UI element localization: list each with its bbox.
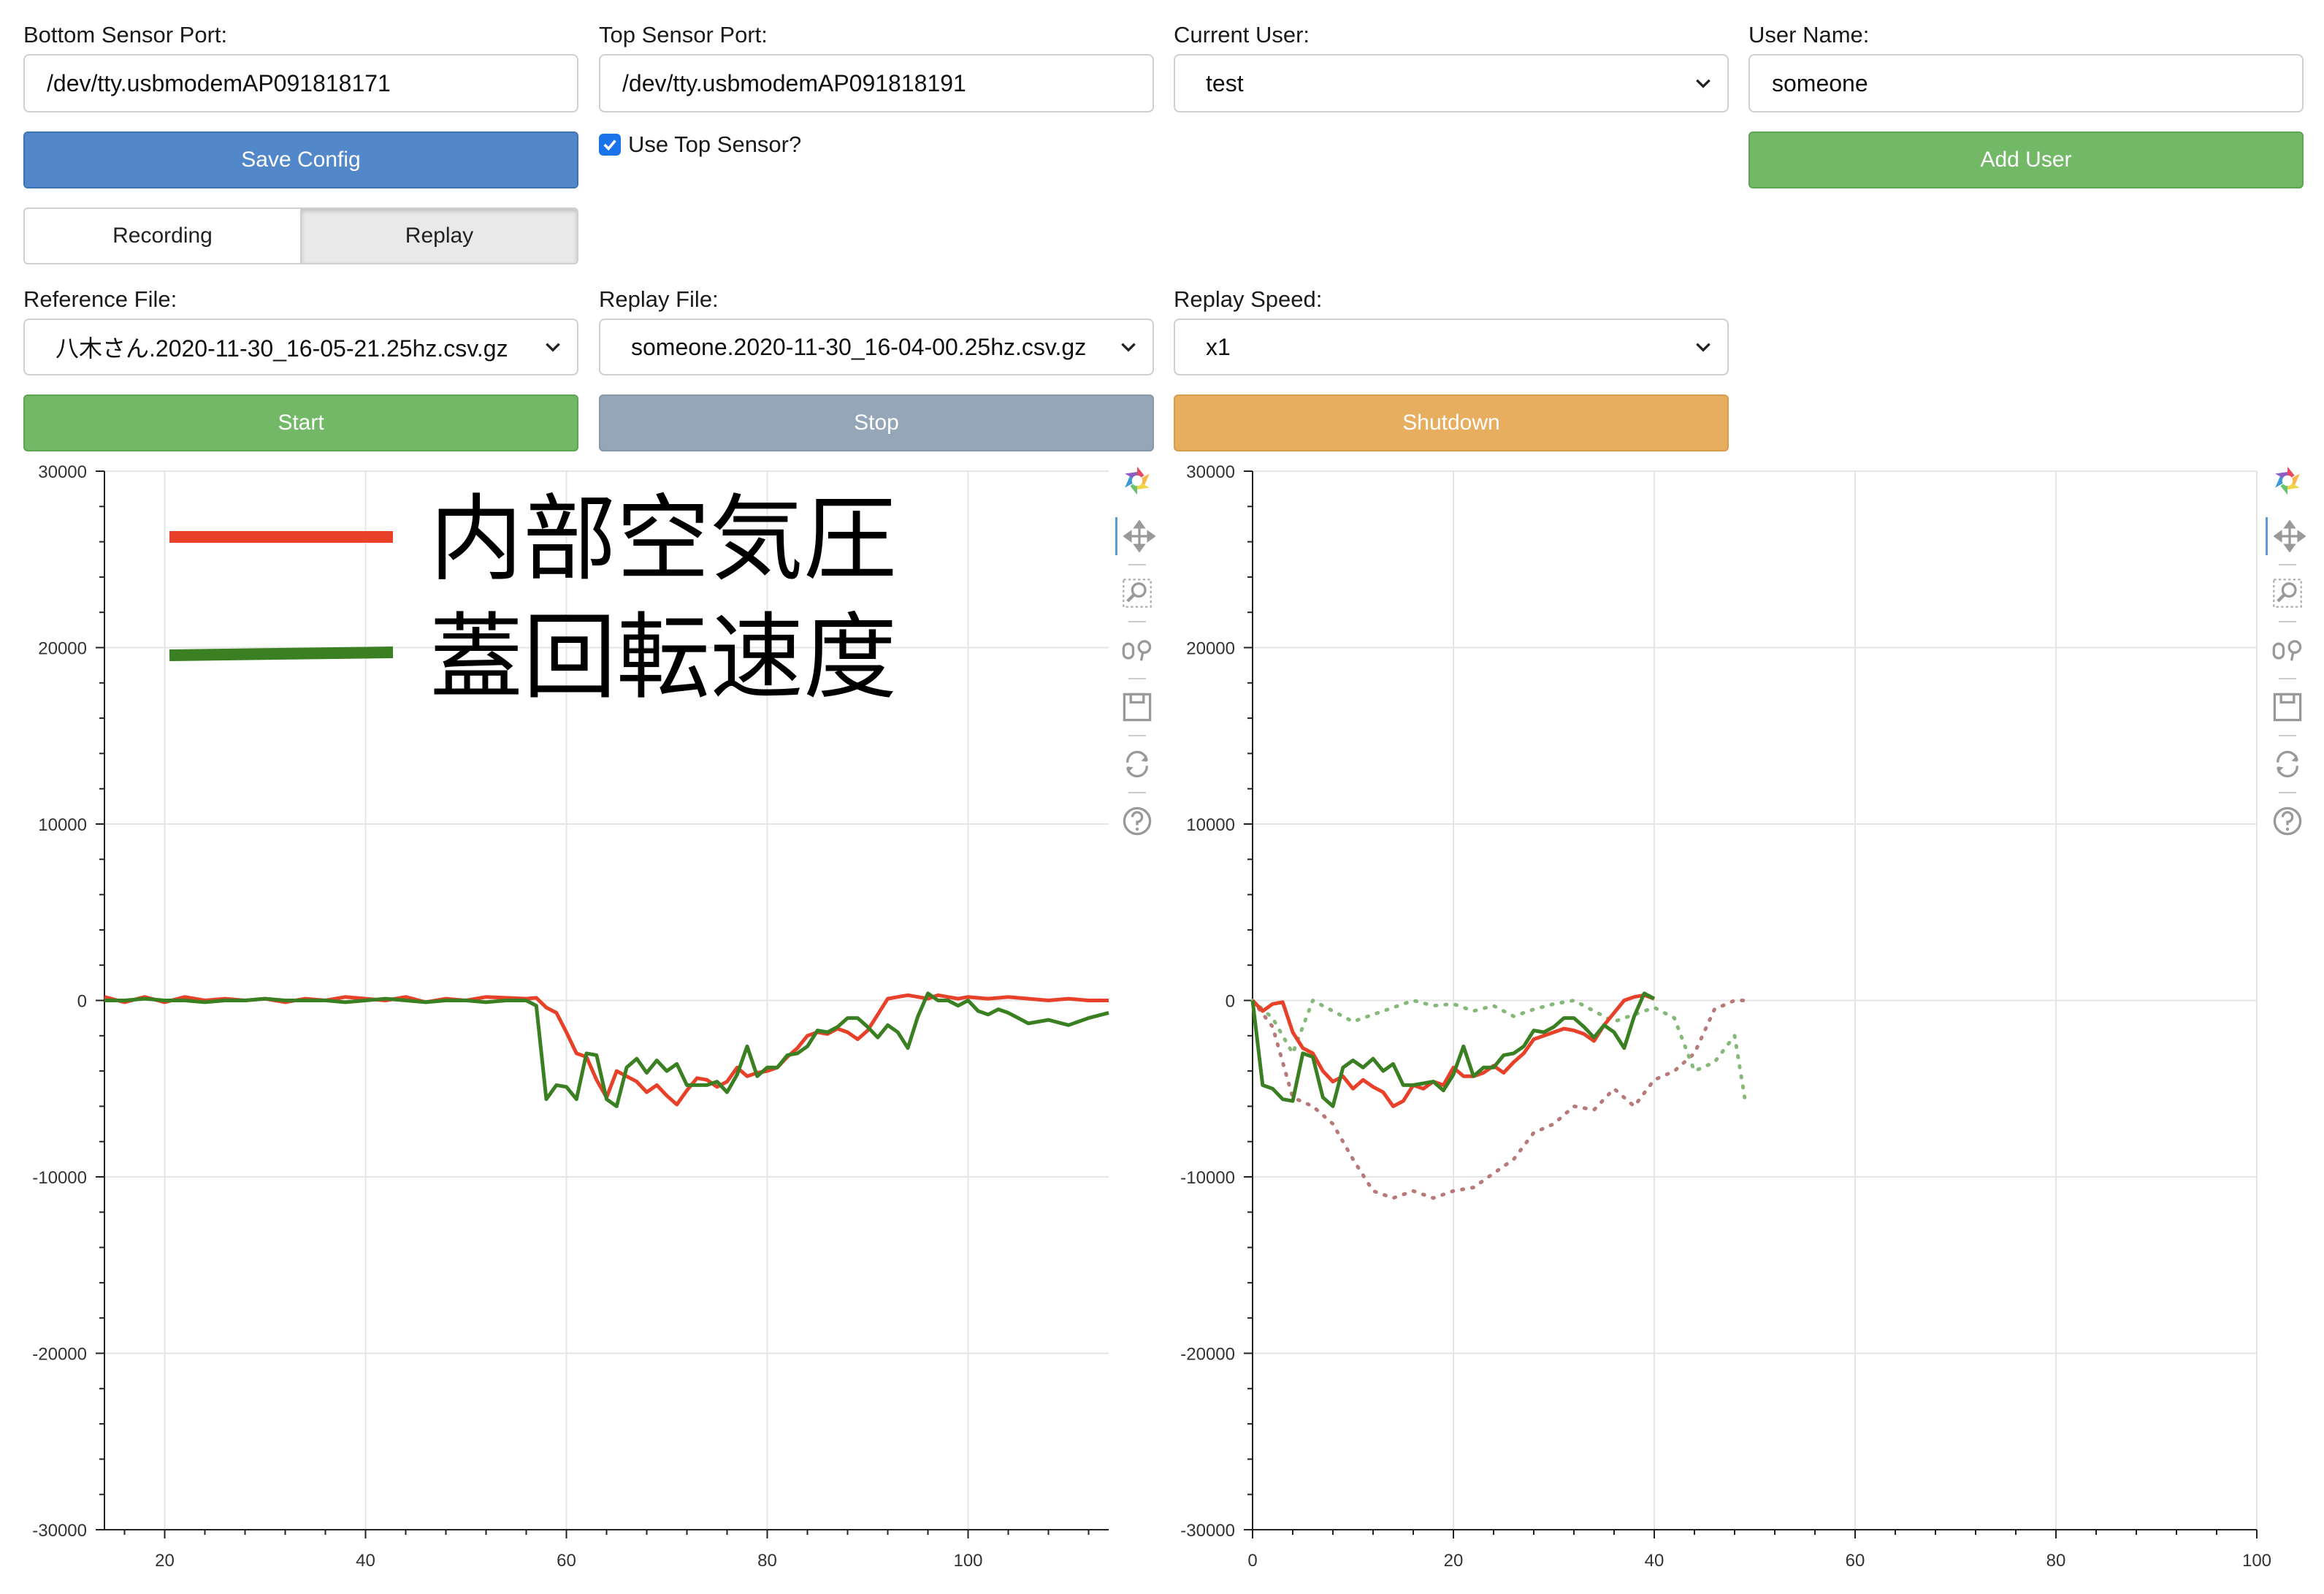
x-tick-label: 40 <box>1645 1551 1664 1571</box>
legend-label-1: 蓋回転速度 <box>429 606 897 710</box>
chart-toolbar-left <box>1115 462 1159 859</box>
save-icon[interactable] <box>1115 688 1159 726</box>
y-tick-label: 30000 <box>1186 462 1235 482</box>
y-tick-label: -30000 <box>1180 1521 1235 1541</box>
bottom-sensor-input[interactable]: /dev/tty.usbmodemAP091818171 <box>23 54 578 113</box>
reset-icon[interactable] <box>1115 745 1159 783</box>
reference-file-value: 八木さん.2020-11-30_16-05-21.25hz.csv.gz <box>56 335 508 362</box>
x-tick-label: 40 <box>356 1551 375 1571</box>
top-sensor-label: Top Sensor Port: <box>599 22 768 47</box>
y-tick-label: -20000 <box>1180 1345 1235 1365</box>
user-name-input[interactable]: someone <box>1748 54 2304 113</box>
x-tick-label: 80 <box>757 1551 777 1571</box>
user-name-label: User Name: <box>1748 22 1870 47</box>
replay-comparison-chart[interactable]: 30000 20000 10000 0 -10000 -20000 -30000 0 20 40 6… <box>1150 453 2324 1593</box>
live-sensor-chart[interactable]: 30000 20000 10000 0 -10000 -20000 -30000 20 40 60… <box>0 453 1161 1593</box>
box-zoom-icon[interactable] <box>2266 574 2309 612</box>
check-icon <box>603 140 616 151</box>
reset-icon[interactable] <box>2266 745 2309 783</box>
chevron-down-icon <box>546 343 560 352</box>
replay-speed-label: Replay Speed: <box>1174 286 1323 312</box>
recording-tab[interactable]: Recording <box>25 209 300 263</box>
chart-toolbar-right <box>2266 462 2309 859</box>
x-tick-label: 100 <box>2242 1551 2271 1571</box>
start-button[interactable]: Start <box>23 394 578 451</box>
chevron-down-icon <box>1696 79 1710 88</box>
y-tick-label: -30000 <box>32 1521 87 1541</box>
replay-tab[interactable]: Replay <box>300 209 577 263</box>
current-user-value: test <box>1206 69 1244 96</box>
toolbar-separator <box>2279 621 2296 622</box>
toolbar-separator <box>1128 735 1146 736</box>
wheel-zoom-icon[interactable] <box>1115 631 1159 669</box>
x-tick-label: 0 <box>1247 1551 1257 1571</box>
y-tick-label: 0 <box>1226 992 1235 1012</box>
toolbar-separator <box>2279 792 2296 793</box>
use-top-sensor-checkbox[interactable] <box>599 134 621 156</box>
chevron-down-icon <box>1121 343 1136 352</box>
toolbar-separator <box>2279 564 2296 565</box>
x-tick-label: 20 <box>1444 1551 1464 1571</box>
y-tick-label: 10000 <box>38 815 87 835</box>
legend-label-0: 内部空気圧 <box>429 487 897 592</box>
replay-file-label: Replay File: <box>599 286 719 312</box>
y-tick-label: 20000 <box>1186 639 1235 659</box>
bokeh-logo-icon[interactable] <box>2266 462 2309 500</box>
replay-file-select[interactable]: someone.2020-11-30_16-04-00.25hz.csv.gz <box>599 319 1154 375</box>
help-icon[interactable] <box>2266 802 2309 840</box>
box-zoom-icon[interactable] <box>1115 574 1159 612</box>
pan-icon[interactable] <box>1115 517 1161 555</box>
toolbar-separator <box>1128 564 1146 565</box>
use-top-sensor-label: Use Top Sensor? <box>628 131 802 157</box>
toolbar-separator <box>2279 678 2296 679</box>
replay-speed-value: x1 <box>1206 333 1231 360</box>
reference-file-label: Reference File: <box>23 286 177 312</box>
help-icon[interactable] <box>1115 802 1159 840</box>
chevron-down-icon <box>1696 343 1710 352</box>
y-tick-label: 10000 <box>1186 815 1235 835</box>
x-tick-label: 80 <box>2046 1551 2066 1571</box>
use-top-sensor-row: Use Top Sensor? <box>599 131 801 158</box>
x-tick-label: 60 <box>557 1551 576 1571</box>
y-tick-label: 30000 <box>38 462 87 482</box>
toolbar-separator <box>1128 678 1146 679</box>
save-config-button[interactable]: Save Config <box>23 131 578 188</box>
add-user-button[interactable]: Add User <box>1748 131 2304 188</box>
replay-file-value: someone.2020-11-30_16-04-00.25hz.csv.gz <box>631 333 1087 360</box>
chart-legend: 内部空気圧蓋回転速度 <box>169 487 897 710</box>
shutdown-button[interactable]: Shutdown <box>1174 394 1729 451</box>
toolbar-separator <box>1128 621 1146 622</box>
top-sensor-input[interactable]: /dev/tty.usbmodemAP091818191 <box>599 54 1154 113</box>
save-icon[interactable] <box>2266 688 2309 726</box>
y-tick-label: -10000 <box>32 1168 87 1188</box>
series-line-1 <box>1250 999 1747 1099</box>
y-tick-label: 20000 <box>38 639 87 659</box>
wheel-zoom-icon[interactable] <box>2266 631 2309 669</box>
current-user-label: Current User: <box>1174 22 1310 47</box>
bottom-sensor-label: Bottom Sensor Port: <box>23 22 228 47</box>
toolbar-separator <box>1128 792 1146 793</box>
y-tick-label: -20000 <box>32 1345 87 1365</box>
pan-icon[interactable] <box>2266 517 2312 555</box>
reference-file-select[interactable]: 八木さん.2020-11-30_16-05-21.25hz.csv.gz <box>23 319 578 375</box>
stop-button[interactable]: Stop <box>599 394 1154 451</box>
current-user-select[interactable]: test <box>1174 54 1729 113</box>
replay-speed-select[interactable]: x1 <box>1174 319 1729 375</box>
x-tick-label: 100 <box>953 1551 982 1571</box>
series-line-1 <box>104 991 1109 1108</box>
y-tick-label: -10000 <box>1180 1168 1235 1188</box>
legend-swatch-1 <box>169 647 394 661</box>
toolbar-separator <box>2279 735 2296 736</box>
x-tick-label: 20 <box>155 1551 175 1571</box>
x-tick-label: 60 <box>1846 1551 1865 1571</box>
bokeh-logo-icon[interactable] <box>1115 462 1159 500</box>
y-tick-label: 0 <box>77 992 87 1012</box>
mode-toggle: Recording Replay <box>23 207 578 264</box>
series-line-0 <box>104 993 1109 1107</box>
